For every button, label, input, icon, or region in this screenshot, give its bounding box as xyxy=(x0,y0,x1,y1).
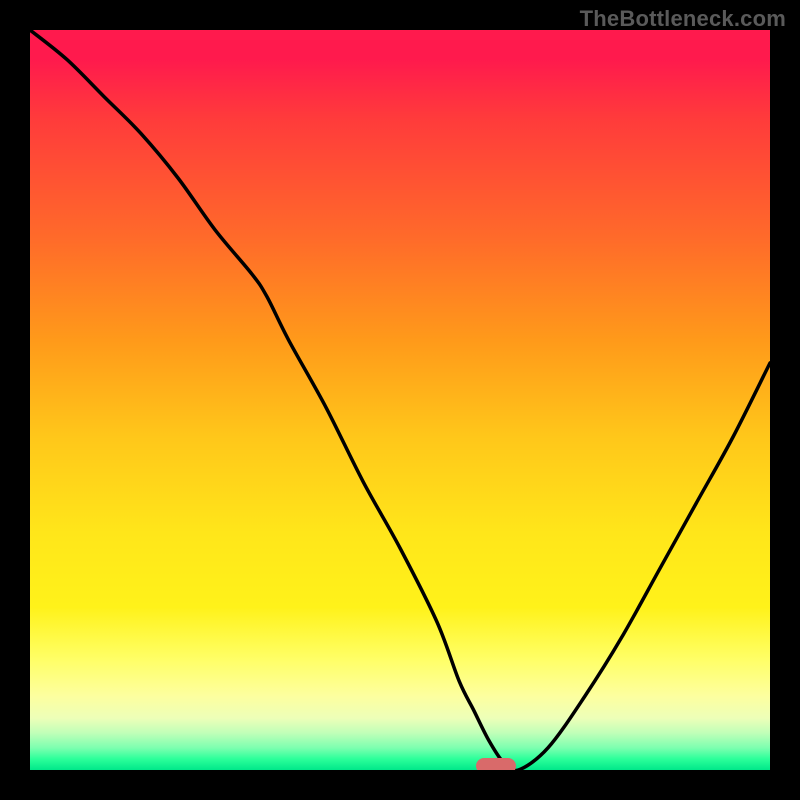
chart-frame: TheBottleneck.com xyxy=(0,0,800,800)
optimal-point-marker xyxy=(476,758,516,770)
watermark-text: TheBottleneck.com xyxy=(580,6,786,32)
plot-area xyxy=(30,30,770,770)
bottleneck-curve xyxy=(30,30,770,770)
